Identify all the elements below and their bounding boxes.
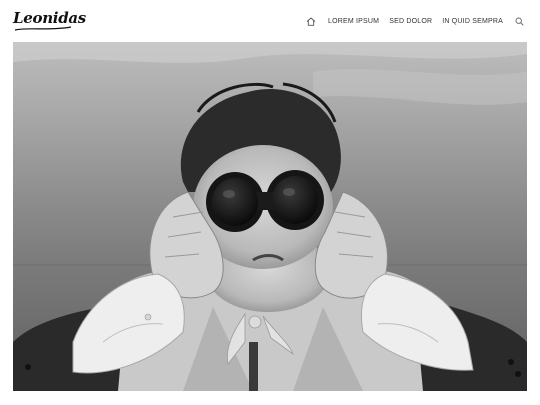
page: Leonidas LOREM IPSUM SED DOLOR IN QUID S… — [0, 0, 540, 405]
site-logo[interactable]: Leonidas — [13, 9, 86, 27]
hero-image — [13, 42, 527, 391]
search-icon[interactable] — [514, 16, 524, 26]
hero-photo-illustration — [13, 42, 527, 391]
site-header: Leonidas LOREM IPSUM SED DOLOR IN QUID S… — [0, 0, 540, 42]
logo-swash — [14, 26, 72, 31]
home-icon[interactable] — [305, 15, 317, 27]
nav-item-sed-dolor[interactable]: SED DOLOR — [389, 18, 432, 25]
nav-item-in-quid-sempra[interactable]: IN QUID SEMPRA — [442, 18, 503, 25]
main-nav: LOREM IPSUM SED DOLOR IN QUID SEMPRA — [305, 14, 524, 28]
nav-item-lorem-ipsum[interactable]: LOREM IPSUM — [328, 18, 379, 25]
